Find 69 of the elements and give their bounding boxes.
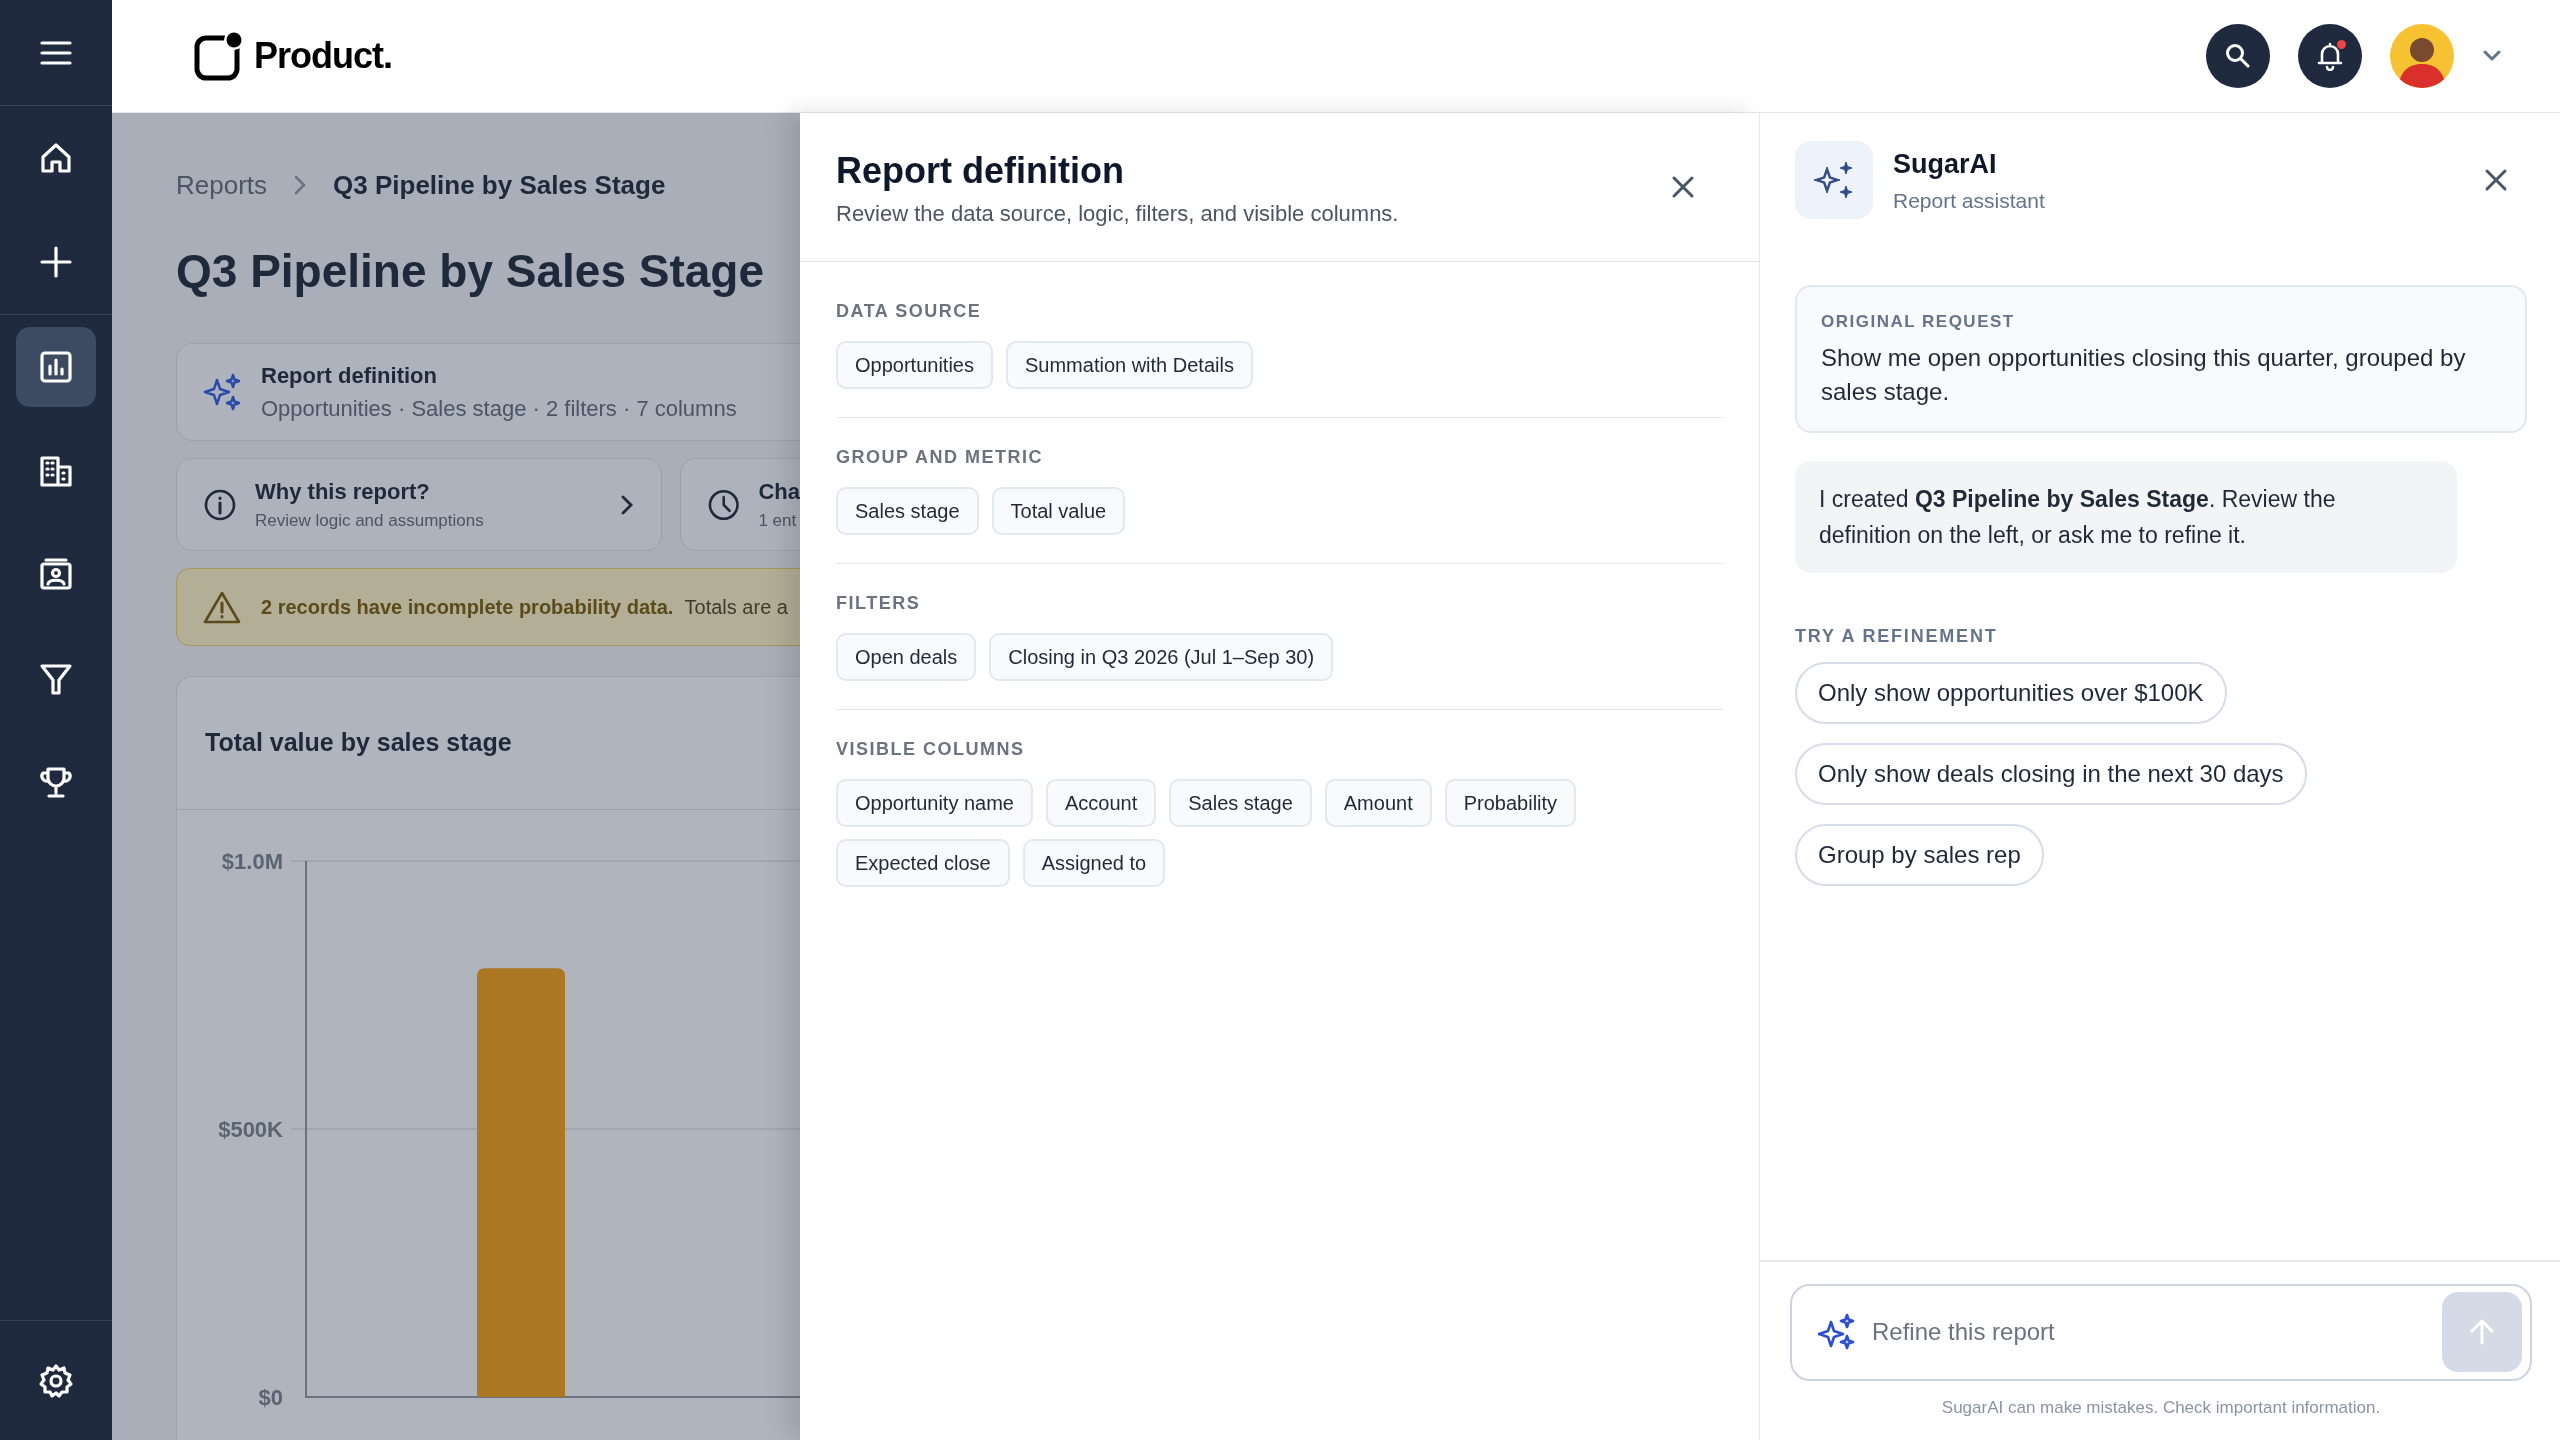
- chevron-right-icon: [293, 174, 308, 196]
- card-title: Report definition: [261, 362, 438, 390]
- request-label: ORIGINAL REQUEST: [1821, 311, 2016, 333]
- suggestion-chip[interactable]: Group by sales rep: [1795, 823, 2044, 886]
- card-subtitle: Review logic and assumptions: [255, 510, 484, 533]
- tag-chip: Sales stage: [836, 487, 979, 535]
- chevron-down-icon[interactable]: [2482, 49, 2502, 63]
- home-icon: [38, 140, 74, 176]
- bell-icon: [2316, 41, 2344, 71]
- tag-chip: Summation with Details: [1005, 341, 1253, 389]
- info-card[interactable]: Why this report? Review logic and assumptions: [176, 458, 662, 551]
- contact-card-icon: [38, 557, 74, 593]
- suggestion-chip[interactable]: Only show deals closing in the next 30 days: [1795, 742, 2307, 805]
- info-card[interactable]: Cha 1 ent: [680, 458, 800, 551]
- settings-icon: [38, 1362, 74, 1399]
- card-subtitle: 1 ent: [758, 510, 798, 533]
- message-input[interactable]: Refine this report: [1790, 1283, 2532, 1381]
- tag-chip: Closing in Q3 2026 (Jul 1–Sep 30): [989, 633, 1334, 681]
- plus-icon: [38, 244, 74, 280]
- tag-chip: Amount: [1324, 779, 1432, 827]
- logo-text: Product.: [254, 34, 392, 78]
- card-subtitle: Opportunities · Sales stage · 2 filters · 7 columns: [261, 395, 737, 423]
- tag-chip: Probability: [1444, 779, 1577, 827]
- page-title: Q3 Pipeline by Sales Stage: [176, 244, 766, 299]
- section-label: DATA SOURCE: [836, 300, 983, 323]
- chart-title: Total value by sales stage: [205, 727, 512, 759]
- info-icon: [203, 487, 237, 522]
- close-icon: [1671, 175, 1695, 199]
- assistant-name: SugarAI: [1893, 148, 1998, 181]
- y-axis-tick: $0: [258, 1385, 283, 1410]
- clock-icon: [707, 487, 741, 522]
- building-icon: [38, 453, 74, 489]
- warning-icon: [203, 590, 241, 624]
- tag-chip: Open deals: [836, 633, 977, 681]
- tag-chip: Account: [1046, 779, 1157, 827]
- card-title: Cha: [758, 478, 800, 507]
- panel-title: Report definition: [836, 149, 1125, 193]
- close-icon: [2484, 168, 2508, 192]
- section-label: TRY A REFINEMENT: [1795, 624, 1998, 648]
- y-axis-tick: $1.0M: [221, 849, 283, 874]
- report-definition-card[interactable]: Report definition Opportunities · Sales stage · 2 filters · 7 columns: [176, 343, 800, 441]
- tag-chip: Assigned to: [1022, 839, 1166, 887]
- assistant-subtitle: Report assistant: [1893, 187, 2045, 214]
- tag-chip: Total value: [991, 487, 1126, 535]
- sparkles-icon: [1818, 1313, 1856, 1351]
- card-title: Why this report?: [255, 478, 431, 507]
- panel-subtitle: Review the data source, logic, filters, and visible columns.: [836, 200, 1399, 228]
- warning-text: 2 records have incomplete probability data. Totals are a: [261, 595, 788, 620]
- funnel-icon: [38, 661, 74, 697]
- input-field[interactable]: Refine this report: [1872, 1314, 2426, 1350]
- sidebar-item[interactable]: [16, 327, 96, 407]
- section-label: GROUP AND METRIC: [836, 446, 1044, 469]
- disclaimer-text: SugarAI can make mistakes. Check important information.: [1941, 1396, 2381, 1419]
- y-axis-tick: $500K: [218, 1117, 283, 1142]
- trophy-icon: [38, 765, 74, 801]
- logo-icon: [194, 30, 244, 82]
- section-label: VISIBLE COLUMNS: [836, 738, 1026, 761]
- bar-chart-icon: [38, 349, 74, 385]
- suggestion-chip[interactable]: Only show opportunities over $100K: [1795, 661, 2227, 724]
- request-text: Show me open opportunities closing this quarter, grouped by sales stage.: [1821, 342, 2467, 407]
- tag-chip: Opportunities: [836, 341, 993, 389]
- breadcrumb-current: Q3 Pipeline by Sales Stage: [333, 168, 666, 202]
- section-label: FILTERS: [836, 592, 922, 615]
- tag-chip: Opportunity name: [836, 779, 1033, 827]
- tag-chip: Sales stage: [1169, 779, 1312, 827]
- tag-chip: Expected close: [836, 839, 1010, 887]
- sparkles-icon: [203, 372, 243, 412]
- search-icon: [2224, 42, 2252, 70]
- assistant-message: I created Q3 Pipeline by Sales Stage. Review the definition on the left, or ask me to refine it.: [1795, 460, 2457, 573]
